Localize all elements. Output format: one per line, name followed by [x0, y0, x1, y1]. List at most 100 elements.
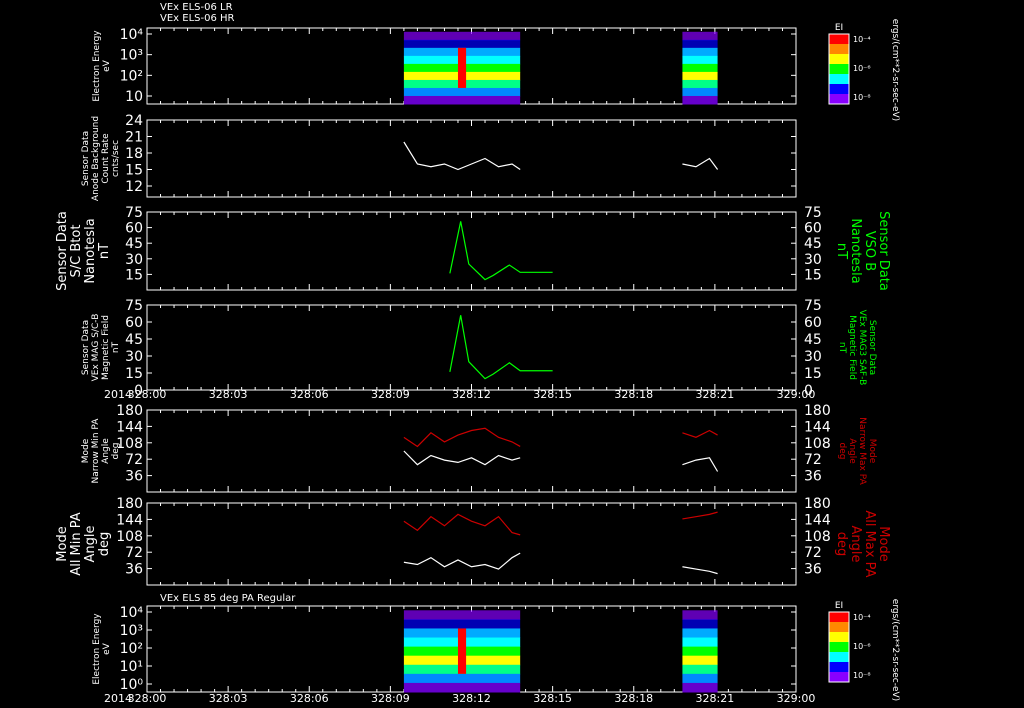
y-tick-label: 30: [125, 349, 143, 365]
y-tick-label: 75: [125, 205, 143, 221]
y-tick-label: 180: [116, 403, 143, 419]
y-axis-label-right: Narrow Max PA: [857, 417, 867, 485]
multi-panel-plot: 10⁴10³10²10Electron Energy eV2421181512Se…: [55, 19, 900, 705]
y-tick-label: 24: [125, 113, 143, 129]
y-tick-label: 60: [125, 221, 143, 237]
heatmap-band: [403, 31, 521, 41]
y-tick-label: 75: [125, 298, 143, 314]
y-axis-label: Narrow Min PA: [91, 418, 101, 484]
y-tick-label: 60: [125, 315, 143, 331]
y-tick-label: 30: [125, 252, 143, 268]
panel-frame: [146, 211, 797, 291]
y-tick-label-right: 75: [804, 205, 822, 221]
y-tick-label: 10⁰: [120, 677, 144, 693]
y-axis-label: Mode: [81, 438, 91, 463]
y-tick-label-right: 72: [804, 452, 822, 468]
y-tick-label: 10¹: [120, 659, 143, 675]
y-axis-label: All Min PA: [69, 512, 84, 575]
y-tick-label-right: 30: [804, 252, 822, 268]
y-axis-label: S/C Btot: [69, 225, 84, 278]
time-axis-tick-label: 328:12: [452, 388, 491, 401]
y-axis-label: Magnetic Field: [101, 315, 111, 380]
series-line: [403, 141, 521, 171]
y-axis-label: VEx MAG S/C-B: [91, 314, 101, 382]
colorbar-swatch: [829, 622, 849, 633]
y-tick-label: 180: [116, 496, 143, 512]
y-tick-label-right: 108: [804, 436, 831, 452]
colorbar-title: EI: [835, 601, 843, 611]
heatmap-band: [403, 610, 521, 620]
y-axis-label-right: nT: [837, 342, 847, 354]
y-tick-label: 21: [125, 130, 143, 146]
y-tick-label: 10²: [120, 641, 143, 657]
heatmap-band: [682, 63, 718, 73]
series-line: [682, 511, 718, 520]
heatmap-band: [682, 87, 718, 97]
y-tick-label: 10⁴: [120, 605, 144, 621]
series-line: [403, 552, 521, 570]
heatmap-band: [682, 619, 718, 629]
time-axis-tick-label: 328:18: [614, 388, 653, 401]
y-tick-label: 45: [125, 332, 143, 348]
y-axis-label-right: Angle: [847, 438, 857, 464]
y-tick-label-right: 180: [804, 403, 831, 419]
panel-frame: [146, 304, 797, 391]
time-axis-tick-label: 328:06: [290, 388, 329, 401]
colorbar-swatch: [829, 642, 849, 653]
panel-frame: [146, 119, 797, 198]
series-line: [682, 457, 719, 472]
y-axis-label: deg: [97, 532, 112, 557]
series-line: [403, 450, 521, 466]
y-tick-label-right: 108: [804, 529, 831, 545]
time-axis-tick-label: 328:03: [209, 692, 248, 705]
colorbar-swatch: [829, 612, 849, 623]
panel-frame: [146, 502, 797, 586]
colorbar-tick-label: 10⁻⁴: [853, 613, 871, 622]
time-axis-tick-label: 328:03: [209, 388, 248, 401]
heatmap-band: [403, 673, 521, 684]
heatmap-band: [403, 87, 521, 97]
y-tick-label-right: 36: [804, 562, 822, 578]
colorbar-swatch: [829, 94, 849, 105]
heatmap-band: [682, 628, 718, 639]
heatmap-band: [682, 55, 718, 65]
colorbar-tick-label: 10⁻⁴: [853, 35, 871, 44]
colorbar-swatch: [829, 34, 849, 45]
y-tick-label: 108: [116, 529, 143, 545]
y-axis-label: Sensor Data: [55, 211, 70, 291]
y-axis-label-right: Magnetic Field: [847, 315, 857, 380]
y-axis-label-right: deg: [834, 532, 849, 557]
heatmap-band: [682, 664, 718, 675]
y-axis-label-right: deg: [837, 443, 847, 460]
y-axis-label-right: Angle: [848, 526, 863, 563]
y-tick-label-right: 75: [804, 298, 822, 314]
colorbar-swatch: [829, 54, 849, 65]
colorbar-title: EI: [835, 23, 843, 33]
time-axis-tick-label: 328:09: [371, 692, 410, 705]
y-axis-label-right: Sensor Data: [876, 211, 891, 291]
series-line: [682, 429, 718, 438]
y-tick-label: 10⁴: [120, 27, 144, 43]
series-line: [449, 221, 553, 281]
colorbar-tick-label: 10⁻⁶: [853, 642, 871, 651]
heatmap-band: [682, 31, 718, 41]
series-line: [449, 315, 553, 380]
heatmap-band: [403, 619, 521, 629]
y-axis-label-right: Nanotesla: [848, 218, 863, 283]
y-axis-label-right: VEx MAG3 SAF-B: [857, 310, 867, 386]
colorbar-swatch: [829, 44, 849, 55]
y-tick-label-right: 36: [804, 469, 822, 485]
time-axis-tick-label: 328:00: [128, 692, 167, 705]
colorbar-swatch: [829, 74, 849, 85]
y-tick-label: 15: [125, 163, 143, 179]
time-axis-tick-label: 328:15: [533, 388, 572, 401]
colorbar-tick-label: 10⁻⁸: [853, 93, 871, 102]
y-tick-label: 15: [125, 366, 143, 382]
y-axis-label-right: Mode: [876, 526, 891, 561]
y-axis-label: Count Rate: [101, 133, 111, 184]
time-axis-tick-label: 328:09: [371, 388, 410, 401]
time-axis-tick-label: 328:21: [696, 692, 735, 705]
y-axis-label: Nanotesla: [83, 218, 98, 283]
heatmap-band: [682, 95, 718, 105]
colorbar-swatch: [829, 672, 849, 683]
